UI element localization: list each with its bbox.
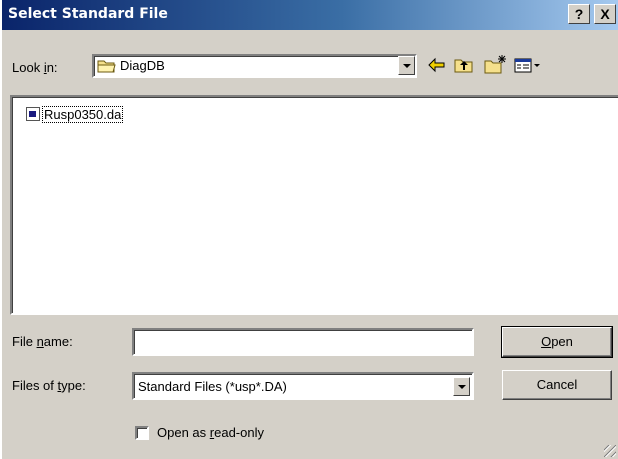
data-file-icon (26, 107, 40, 121)
back-arrow-icon[interactable] (427, 54, 447, 76)
select-standard-file-dialog: Select Standard File ? X Look in: DiagDB… (0, 0, 618, 459)
read-only-checkbox[interactable] (135, 426, 149, 440)
close-icon: X (600, 6, 610, 22)
help-button[interactable]: ? (568, 4, 590, 24)
look-in-label: Look in: (12, 60, 58, 75)
resize-grip[interactable] (604, 445, 616, 457)
new-folder-icon[interactable] (483, 54, 507, 76)
look-in-combobox[interactable]: DiagDB (92, 54, 417, 78)
file-name: Rusp0350.da (42, 105, 124, 123)
file-name-label: File name: (12, 334, 73, 349)
file-name-input[interactable] (132, 328, 474, 356)
files-of-type-dropdown-button[interactable] (453, 377, 470, 396)
read-only-label[interactable]: Open as read-only (157, 425, 264, 440)
up-one-level-icon[interactable] (453, 54, 475, 76)
cancel-button[interactable]: Cancel (502, 370, 612, 400)
title-bar[interactable]: Select Standard File ? X (2, 0, 618, 30)
look-in-value: DiagDB (120, 58, 165, 73)
files-of-type-select[interactable]: Standard Files (*usp*.DA) (132, 372, 474, 400)
close-button[interactable]: X (594, 4, 616, 24)
open-button[interactable]: Open (501, 326, 613, 358)
view-menu-icon[interactable] (513, 54, 543, 76)
files-of-type-label: Files of type: (12, 378, 86, 393)
file-list-view[interactable] (10, 95, 618, 315)
list-item[interactable]: Rusp0350.da (26, 104, 124, 124)
files-of-type-value: Standard Files (*usp*.DA) (138, 379, 287, 394)
dialog-title: Select Standard File (8, 6, 168, 22)
folder-icon (97, 60, 116, 73)
look-in-dropdown-button[interactable] (398, 56, 415, 75)
help-icon: ? (574, 6, 584, 22)
